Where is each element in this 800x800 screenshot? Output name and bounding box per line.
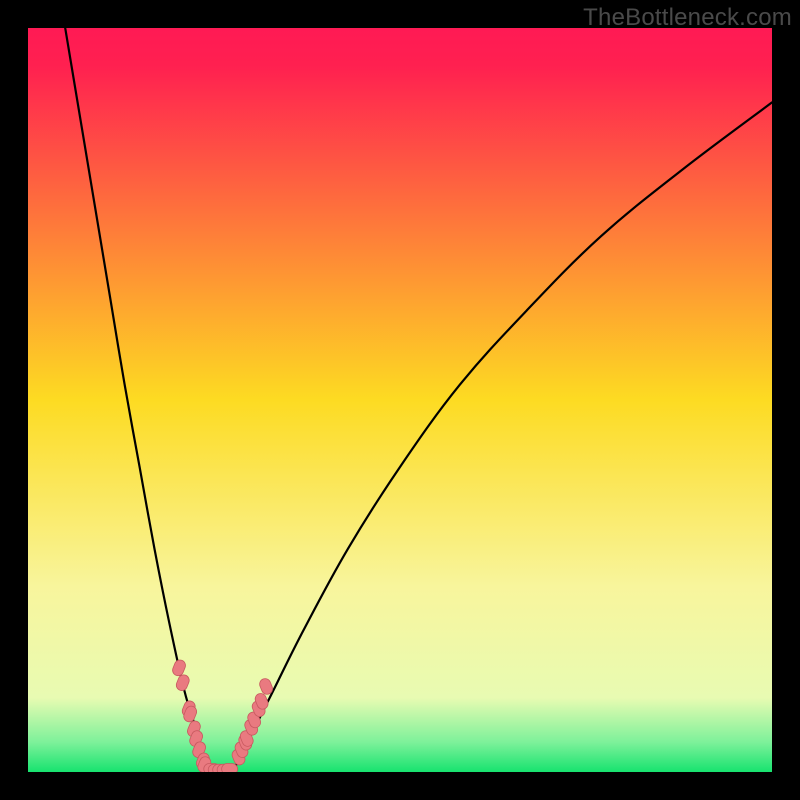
data-markers: [171, 658, 274, 772]
curves-layer: [28, 28, 772, 772]
data-marker: [175, 673, 191, 692]
data-marker: [222, 764, 238, 772]
watermark-text: TheBottleneck.com: [583, 4, 792, 32]
plot-area: [28, 28, 772, 772]
left-curve: [65, 28, 210, 772]
chart-frame: TheBottleneck.com: [0, 0, 800, 800]
data-marker: [171, 658, 187, 677]
right-curve: [233, 102, 772, 772]
